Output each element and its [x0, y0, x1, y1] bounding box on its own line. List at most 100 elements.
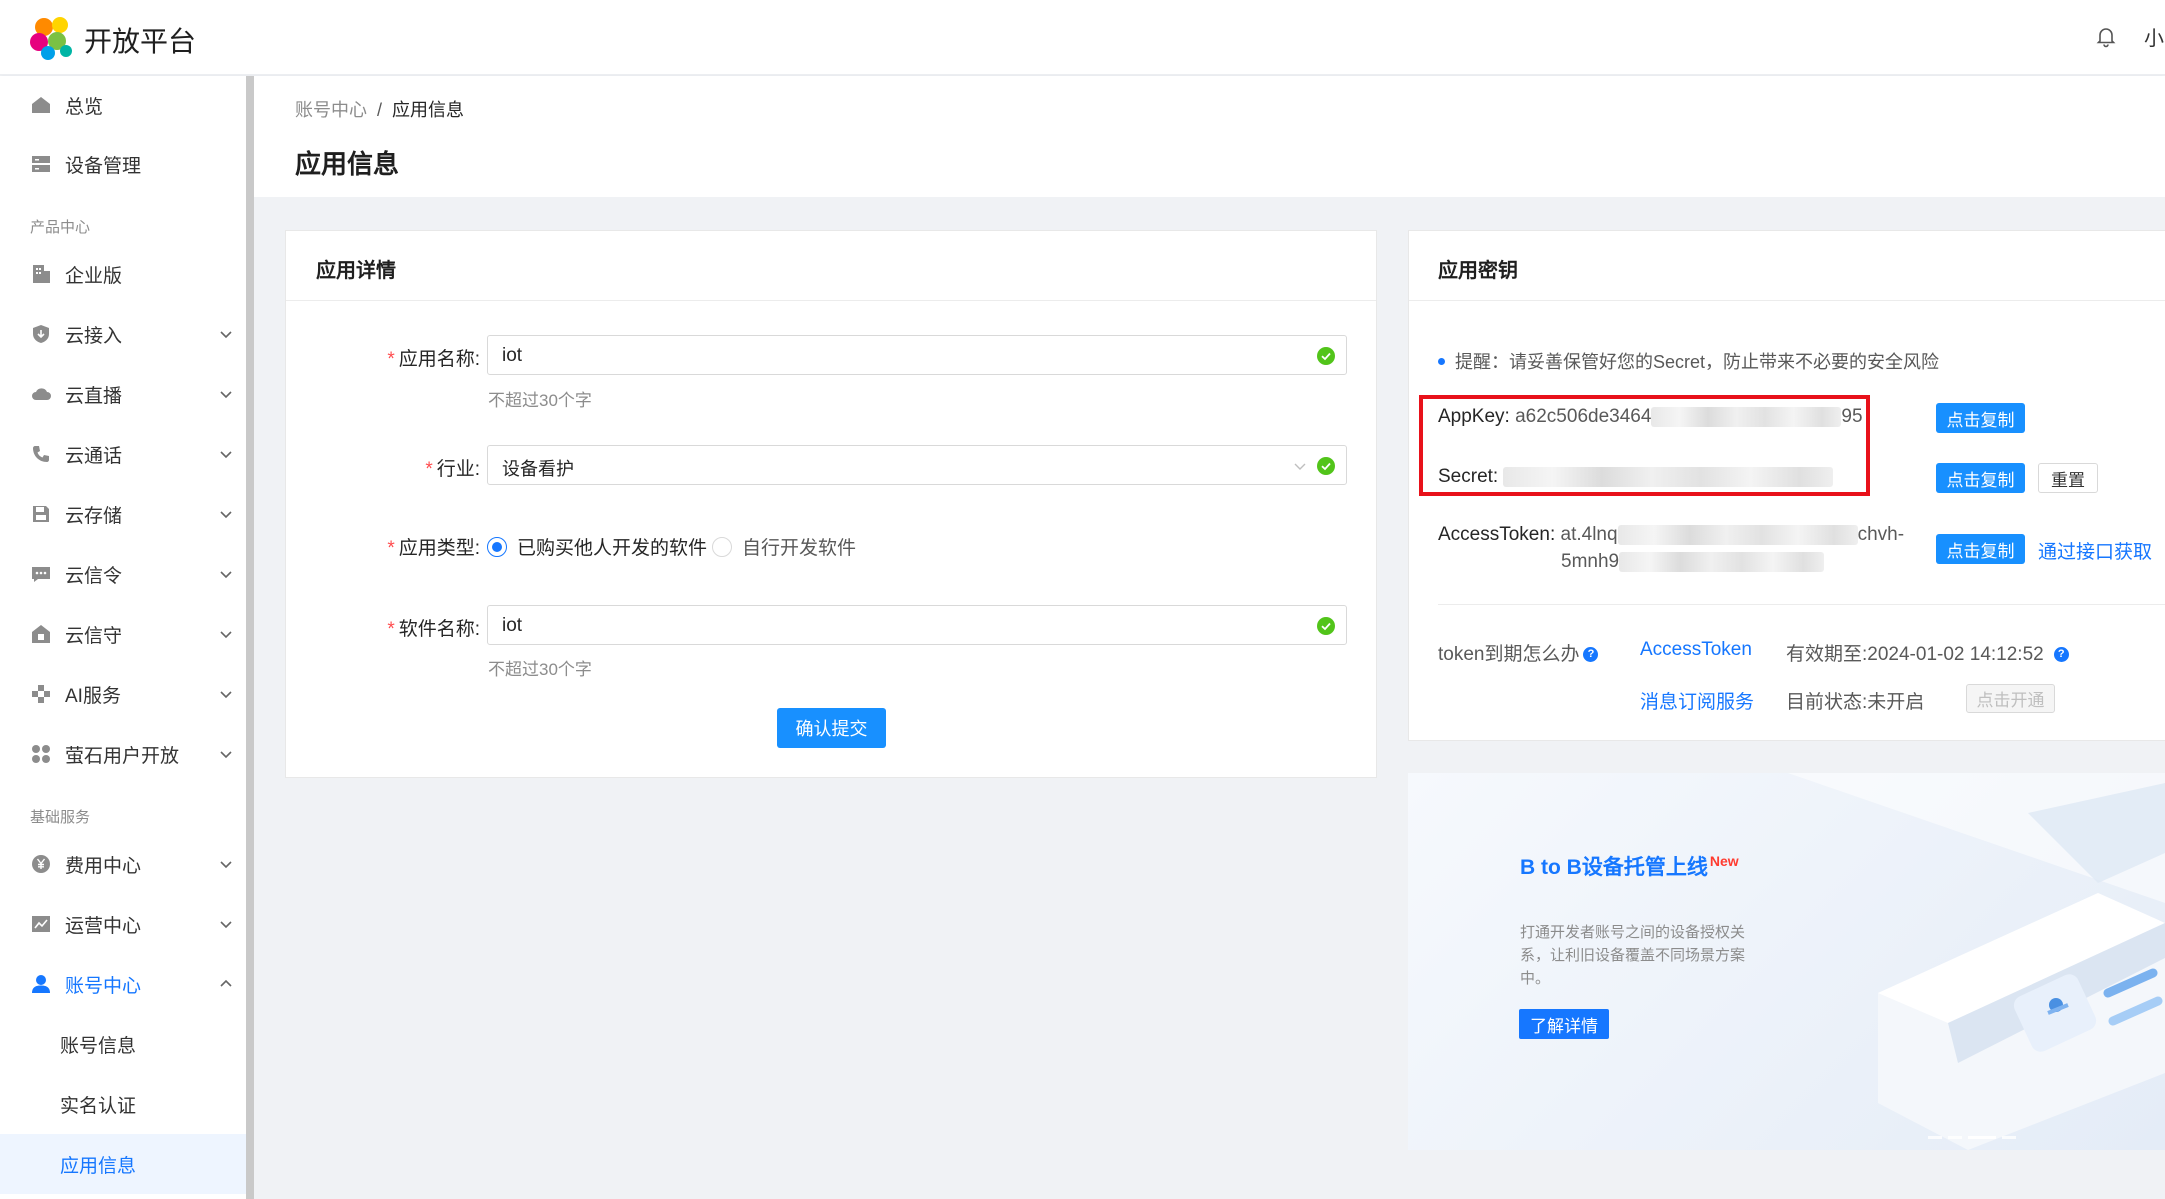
sidebar-item-label: 应用信息 — [60, 1155, 137, 1177]
access-token-link[interactable]: AccessToken — [1640, 639, 1752, 661]
cloud-icon — [32, 388, 51, 400]
industry-value: 设备看护 — [502, 459, 574, 479]
sidebar-item-cloud-access[interactable]: 云接入 — [0, 304, 246, 364]
brand-name[interactable]: 开放平台 — [84, 20, 196, 60]
breadcrumb-parent[interactable]: 账号中心 — [295, 100, 367, 120]
access-token-row-2: 5mnh9 — [1561, 551, 1825, 573]
chevron-down-icon — [220, 451, 232, 459]
security-tip: 提醒：请妥善保管好您的Secret，防止带来不必要的安全风险 — [1438, 348, 1939, 374]
chevron-down-icon — [220, 631, 232, 639]
chart-icon — [32, 916, 50, 932]
sidebar-item-label: 实名认证 — [60, 1095, 137, 1117]
chevron-down-icon — [220, 571, 232, 579]
breadcrumb-current: 应用信息 — [392, 100, 465, 120]
copy-access-token-button[interactable]: 点击复制 — [1936, 534, 2025, 564]
sidebar-item-ezviz-user-open[interactable]: 萤石用户开放 — [0, 724, 246, 784]
token-expire-question[interactable]: token到期怎么办? — [1438, 639, 1599, 666]
user-icon — [32, 975, 50, 993]
page-title: 应用信息 — [295, 149, 400, 179]
get-by-api-link[interactable]: 通过接口获取 — [2038, 537, 2152, 564]
sidebar-item-overview[interactable]: 总览 — [0, 75, 246, 135]
sidebar-item-cloud-storage[interactable]: 云存储 — [0, 484, 246, 544]
bullet-icon — [1438, 357, 1445, 365]
chevron-down-icon — [220, 391, 232, 399]
phone-icon — [33, 446, 49, 462]
sidebar-item-label: 云信守 — [65, 625, 123, 647]
industry-label: * 行业: — [425, 459, 480, 480]
sidebar-item-ai-service[interactable]: AI服务 — [0, 664, 246, 724]
sidebar-item-cloud-call[interactable]: 云通话 — [0, 424, 246, 484]
sidebar-scrollbar[interactable] — [246, 76, 254, 1199]
card-divider — [286, 300, 1376, 301]
sidebar-item-label: 云存储 — [65, 505, 123, 527]
highlight-box — [1419, 395, 1870, 496]
help-icon[interactable]: ? — [1583, 647, 1599, 663]
sidebar-subitem-account-info[interactable]: 账号信息 — [0, 1014, 246, 1074]
sidebar-item-billing[interactable]: 费用中心 — [0, 834, 246, 894]
top-bar: 开放平台 小 — [0, 0, 2165, 75]
sidebar-subitem-real-name[interactable]: 实名认证 — [0, 1074, 246, 1134]
submit-button[interactable]: 确认提交 — [777, 708, 886, 748]
software-name-value: iot — [502, 615, 523, 636]
sidebar-item-label: 云直播 — [65, 385, 123, 407]
chevron-down-icon — [220, 921, 232, 929]
message-icon — [32, 567, 50, 582]
check-circle-icon — [1317, 347, 1335, 365]
help-icon[interactable]: ? — [2053, 647, 2069, 663]
sidebar-section-basic: 基础服务 — [30, 809, 91, 826]
home-icon — [32, 97, 50, 113]
house-shield-icon — [32, 625, 50, 643]
radio-self-developed[interactable]: 自行开发软件 — [712, 533, 856, 560]
app-name-hint: 不超过30个字 — [488, 391, 592, 410]
software-name-input[interactable]: iot — [487, 605, 1347, 645]
access-token-row: AccessToken: at.4lnq chvh- — [1438, 524, 1905, 545]
chevron-down-icon — [1294, 463, 1306, 470]
sidebar-item-operations[interactable]: 运营中心 — [0, 894, 246, 954]
breadcrumb: 账号中心 / 应用信息 — [295, 96, 464, 122]
sidebar-item-label: 费用中心 — [65, 855, 142, 877]
access-token-suffix: chvh- — [1857, 524, 1905, 545]
learn-more-button[interactable]: 了解详情 — [1519, 1009, 1609, 1039]
copy-appkey-button[interactable]: 点击复制 — [1936, 403, 2025, 433]
copy-secret-button[interactable]: 点击复制 — [1936, 463, 2025, 493]
banner-title: B to B设备托管上线 New — [1520, 853, 1739, 879]
app-details-title: 应用详情 — [316, 260, 396, 282]
sidebar-item-label: 萤石用户开放 — [65, 745, 180, 767]
user-name[interactable]: 小 — [2144, 22, 2164, 51]
ai-icon — [32, 685, 50, 703]
app-name-value: iot — [502, 345, 523, 366]
app-type-label: * 应用类型: — [387, 538, 480, 559]
chevron-down-icon — [220, 861, 232, 869]
sidebar-item-enterprise[interactable]: 企业版 — [0, 244, 246, 304]
sidebar-item-cloud-live[interactable]: 云直播 — [0, 364, 246, 424]
app-name-input[interactable]: iot — [487, 335, 1347, 375]
reset-secret-button[interactable]: 重置 — [2038, 463, 2098, 493]
breadcrumb-separator: / — [377, 100, 383, 120]
sidebar-item-cloud-guard[interactable]: 云信守 — [0, 604, 246, 664]
app-name-label: * 应用名称: — [387, 349, 480, 370]
message-subscribe-link[interactable]: 消息订阅服务 — [1640, 687, 1754, 714]
banner-description: 打通开发者账号之间的设备授权关系，让利旧设备覆盖不同场景方案中。 — [1520, 924, 1746, 987]
promo-banner: B to B设备托管上线 New 打通开发者账号之间的设备授权关系，让利旧设备覆盖… — [1408, 773, 2165, 1150]
chevron-down-icon — [220, 511, 232, 519]
access-token-redacted — [1617, 524, 1858, 545]
server-icon — [32, 156, 50, 172]
apps-icon — [32, 745, 50, 763]
chevron-down-icon — [220, 691, 232, 699]
industry-select[interactable]: 设备看护 — [487, 445, 1347, 485]
brand-logo-icon[interactable] — [28, 14, 76, 60]
activate-button[interactable]: 点击开通 — [1966, 684, 2055, 713]
sidebar-subitem-app-info[interactable]: 应用信息 — [0, 1134, 246, 1194]
radio-purchased-software[interactable]: 已购买他人开发的软件 — [487, 533, 707, 560]
chevron-up-icon — [220, 979, 232, 987]
sidebar-item-device-management[interactable]: 设备管理 — [0, 134, 246, 194]
chevron-down-icon — [220, 751, 232, 759]
bell-icon[interactable] — [2094, 24, 2118, 48]
sidebar-item-cloud-signaling[interactable]: 云信令 — [0, 544, 246, 604]
page-header — [254, 76, 2165, 197]
sidebar-item-account-center[interactable]: 账号中心 — [0, 954, 246, 1014]
card-divider — [1409, 300, 2165, 301]
sidebar-item-label: 云通话 — [65, 445, 123, 467]
new-badge: New — [1709, 853, 1739, 869]
save-icon — [33, 506, 49, 522]
